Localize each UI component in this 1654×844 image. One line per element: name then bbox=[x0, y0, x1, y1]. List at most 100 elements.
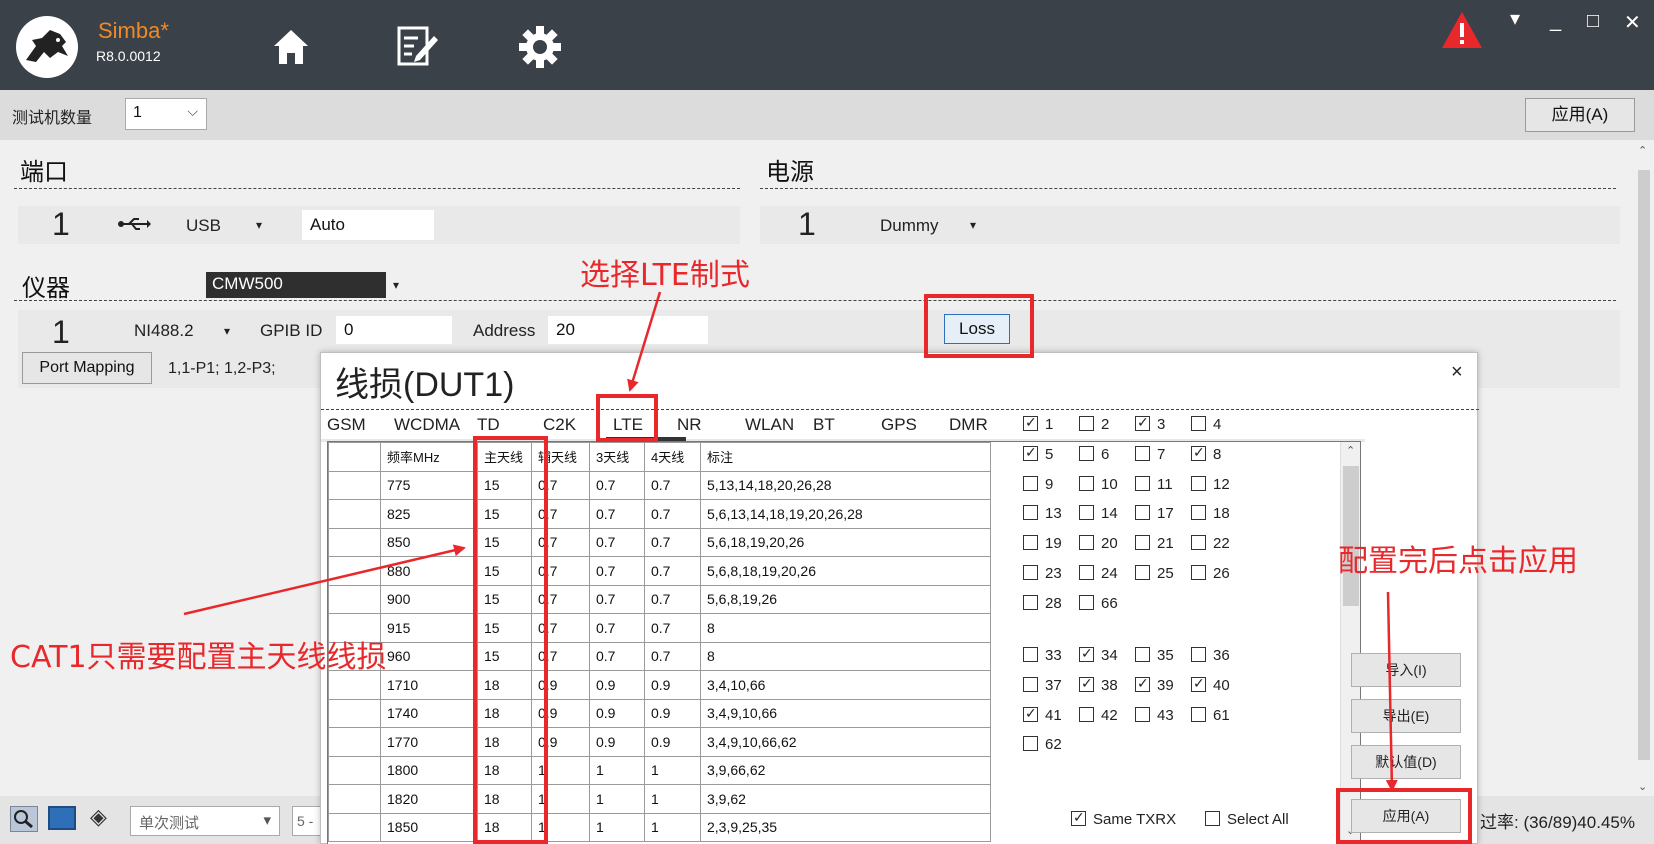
table-cell[interactable]: 0.7 bbox=[589, 499, 645, 529]
band-checkbox[interactable]: 24 bbox=[1079, 565, 1118, 582]
count-field[interactable]: 5 - bbox=[292, 806, 322, 836]
table-cell[interactable]: 3,4,9,10,66 bbox=[700, 698, 991, 728]
gear-icon[interactable] bbox=[515, 22, 565, 72]
port-mapping-button[interactable]: Port Mapping bbox=[22, 352, 152, 384]
table-row[interactable]: 915 15 0.7 0.7 0.7 8 bbox=[328, 613, 991, 643]
table-cell[interactable]: 1 bbox=[644, 812, 701, 842]
table-cell[interactable]: 1 bbox=[589, 755, 645, 785]
instrument-interface-dropdown-icon[interactable]: ▾ bbox=[224, 324, 230, 338]
instrument-model-select[interactable]: CMW500 bbox=[206, 272, 386, 298]
band-checkbox[interactable]: 13 bbox=[1023, 505, 1062, 522]
default-button[interactable]: 默认值(D) bbox=[1351, 745, 1461, 779]
table-cell[interactable]: 1710 bbox=[380, 670, 478, 700]
export-button[interactable]: 导出(E) bbox=[1351, 699, 1461, 733]
table-row[interactable]: 1770 18 0.9 0.9 0.9 3,4,9,10,66,62 bbox=[328, 727, 991, 757]
band-checkbox[interactable]: 9 bbox=[1023, 475, 1053, 493]
table-cell[interactable]: 1850 bbox=[380, 812, 478, 842]
band-checkbox[interactable]: 6 bbox=[1079, 445, 1109, 463]
table-cell[interactable]: 880 bbox=[380, 556, 478, 586]
table-cell[interactable]: 1 bbox=[644, 755, 701, 785]
table-row[interactable]: 1710 18 0.9 0.9 0.9 3,4,10,66 bbox=[328, 670, 991, 700]
band-checkbox[interactable]: 26 bbox=[1191, 565, 1230, 582]
table-cell[interactable]: 1 bbox=[644, 784, 701, 814]
column-header[interactable]: 标注 bbox=[700, 442, 991, 472]
band-checkbox[interactable]: 38 bbox=[1079, 675, 1118, 694]
band-checkbox[interactable]: 7 bbox=[1135, 445, 1165, 463]
power-type[interactable]: Dummy bbox=[880, 216, 939, 236]
table-cell[interactable]: 1800 bbox=[380, 755, 478, 785]
band-checkbox[interactable]: 4 bbox=[1191, 416, 1221, 433]
port-type[interactable]: USB bbox=[186, 216, 221, 236]
table-row[interactable]: 1740 18 0.9 0.9 0.9 3,4,9,10,66 bbox=[328, 698, 991, 728]
port-mode-field[interactable]: Auto bbox=[302, 210, 434, 240]
band-checkbox[interactable]: 21 bbox=[1135, 535, 1174, 552]
tab-dmr[interactable]: DMR bbox=[949, 415, 988, 435]
minimize-button[interactable]: _ bbox=[1550, 10, 1561, 33]
band-checkbox[interactable]: 41 bbox=[1023, 705, 1062, 724]
table-cell[interactable]: 0.7 bbox=[644, 556, 701, 586]
table-row[interactable]: 1800 18 1 1 1 3,9,66,62 bbox=[328, 755, 991, 785]
table-row[interactable]: 1820 18 1 1 1 3,9,62 bbox=[328, 784, 991, 814]
band-checkbox[interactable]: 62 bbox=[1023, 736, 1062, 753]
table-row[interactable]: 825 15 0.7 0.7 0.7 5,6,13,14,18,19,20,26,28 bbox=[328, 499, 991, 529]
maximize-button[interactable]: □ bbox=[1587, 10, 1599, 33]
table-cell[interactable]: 0.7 bbox=[589, 527, 645, 557]
window-icon[interactable] bbox=[48, 806, 76, 830]
table-cell[interactable]: 960 bbox=[380, 641, 478, 671]
search-log-icon[interactable] bbox=[10, 806, 38, 832]
same-txrx-checkbox[interactable]: Same TXRX bbox=[1071, 809, 1176, 828]
instrument-model-dropdown-icon[interactable]: ▾ bbox=[393, 278, 399, 292]
table-row[interactable]: 1850 18 1 1 1 2,3,9,25,35 bbox=[328, 812, 991, 842]
table-cell[interactable]: 0.7 bbox=[644, 527, 701, 557]
table-cell[interactable]: 0.7 bbox=[589, 470, 645, 500]
tab-c2k[interactable]: C2K bbox=[543, 415, 576, 435]
table-scrollbar[interactable]: ⌃ ⌄ bbox=[1340, 442, 1360, 844]
main-scrollbar[interactable]: ⌃ ⌄ bbox=[1634, 140, 1654, 800]
band-checkbox[interactable]: 28 bbox=[1023, 594, 1062, 612]
table-cell[interactable]: 8 bbox=[700, 641, 991, 671]
band-checkbox[interactable]: 23 bbox=[1023, 565, 1062, 582]
band-checkbox[interactable]: 10 bbox=[1079, 475, 1118, 493]
band-checkbox[interactable]: 40 bbox=[1191, 675, 1230, 694]
power-type-dropdown-icon[interactable]: ▾ bbox=[970, 218, 976, 232]
close-button[interactable]: ✕ bbox=[1624, 10, 1641, 35]
table-cell[interactable]: 5,6,8,18,19,20,26 bbox=[700, 556, 991, 586]
table-cell[interactable]: 3,4,9,10,66,62 bbox=[700, 727, 991, 757]
table-cell[interactable]: 0.7 bbox=[644, 470, 701, 500]
band-checkbox[interactable]: 11 bbox=[1135, 475, 1173, 493]
tab-gsm[interactable]: GSM bbox=[327, 415, 366, 435]
table-cell[interactable]: 775 bbox=[380, 470, 478, 500]
table-cell[interactable]: 0.9 bbox=[589, 727, 645, 757]
band-checkbox[interactable]: 22 bbox=[1191, 535, 1230, 552]
band-checkbox[interactable]: 1 bbox=[1023, 414, 1053, 433]
table-cell[interactable]: 0.9 bbox=[644, 670, 701, 700]
table-row[interactable]: 775 15 0.7 0.7 0.7 5,13,14,18,20,26,28 bbox=[328, 470, 991, 500]
band-checkbox[interactable]: 2 bbox=[1079, 416, 1109, 433]
tab-wlan[interactable]: WLAN bbox=[745, 415, 794, 435]
gpib-id-field[interactable]: 0 bbox=[336, 316, 452, 344]
column-header[interactable]: 3天线 bbox=[589, 442, 645, 472]
table-cell[interactable]: 5,6,13,14,18,19,20,26,28 bbox=[700, 499, 991, 529]
table-cell[interactable]: 1820 bbox=[380, 784, 478, 814]
table-row[interactable]: 850 15 0.7 0.7 0.7 5,6,18,19,20,26 bbox=[328, 527, 991, 557]
test-mode-select[interactable]: 单次测试 ▾ bbox=[130, 806, 280, 836]
table-cell[interactable]: 0.7 bbox=[589, 613, 645, 643]
table-cell[interactable]: 2,3,9,25,35 bbox=[700, 812, 991, 842]
band-checkbox[interactable]: 66 bbox=[1079, 594, 1118, 612]
dialog-close-icon[interactable]: × bbox=[1451, 361, 1463, 384]
table-cell[interactable]: 5,6,18,19,20,26 bbox=[700, 527, 991, 557]
table-cell[interactable]: 850 bbox=[380, 527, 478, 557]
tab-td[interactable]: TD bbox=[477, 415, 500, 435]
band-checkbox[interactable]: 17 bbox=[1135, 505, 1174, 522]
band-checkbox[interactable]: 5 bbox=[1023, 444, 1053, 463]
band-checkbox[interactable]: 39 bbox=[1135, 675, 1174, 694]
band-checkbox[interactable]: 43 bbox=[1135, 706, 1174, 724]
table-cell[interactable]: 5,6,8,19,26 bbox=[700, 584, 991, 614]
table-cell[interactable]: 825 bbox=[380, 499, 478, 529]
table-cell[interactable]: 3,4,10,66 bbox=[700, 670, 991, 700]
table-cell[interactable]: 0.7 bbox=[589, 556, 645, 586]
band-checkbox[interactable]: 19 bbox=[1023, 535, 1062, 552]
tab-nr[interactable]: NR bbox=[677, 415, 702, 435]
edit-icon[interactable] bbox=[392, 22, 442, 72]
band-checkbox[interactable]: 35 bbox=[1135, 647, 1174, 664]
